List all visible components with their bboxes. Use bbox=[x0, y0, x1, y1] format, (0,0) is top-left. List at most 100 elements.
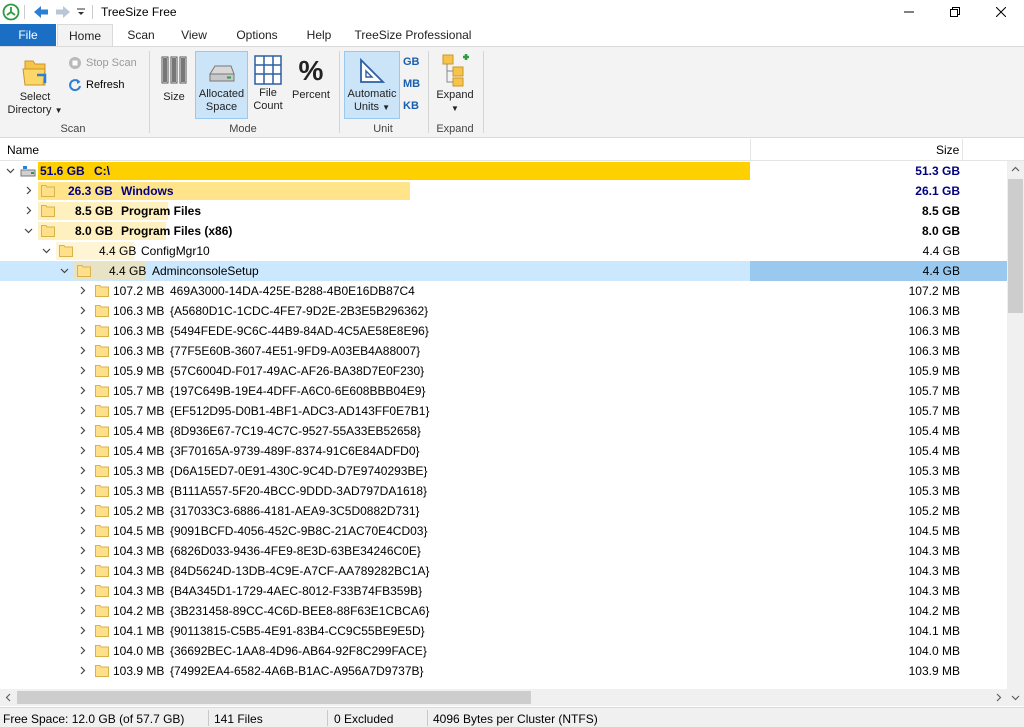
tab-home[interactable]: Home bbox=[57, 24, 113, 47]
tab-treesize-professional[interactable]: TreeSize Professional bbox=[350, 24, 476, 46]
tree-row-child-folder[interactable]: 104.3 MB {B4A345D1-1729-4AEC-8012-F33B74F… bbox=[0, 581, 1008, 601]
tree-row-child-folder[interactable]: 104.5 MB {9091BCFD-4056-452C-9B8C-21AC70E… bbox=[0, 521, 1008, 541]
scroll-left-arrow-icon[interactable] bbox=[4, 693, 13, 702]
chevron-right-icon[interactable] bbox=[78, 566, 87, 575]
chevron-right-icon[interactable] bbox=[24, 206, 33, 215]
tree-row-child-folder[interactable]: 105.2 MB {317033C3-6886-4181-AEA9-3C5D088… bbox=[0, 501, 1008, 521]
name-column-header[interactable]: Name bbox=[7, 143, 39, 157]
tree-row-configmgr10[interactable]: 4.4 GB ConfigMgr10 4.4 GB bbox=[0, 241, 1008, 261]
mb-unit-button[interactable]: MB bbox=[403, 78, 420, 90]
close-button[interactable] bbox=[978, 0, 1024, 24]
tree-row-adminconsolesetup[interactable]: 4.4 GB AdminconsoleSetup 4.4 GB bbox=[0, 261, 1008, 281]
root-name: C:\ bbox=[94, 164, 110, 178]
chevron-right-icon[interactable] bbox=[78, 546, 87, 555]
tree-row-child-folder[interactable]: 106.3 MB {5494FEDE-9C6C-44B9-84AD-4C5AE58… bbox=[0, 321, 1008, 341]
tab-scan[interactable]: Scan bbox=[118, 24, 164, 46]
tree-row-program-files-x86[interactable]: 8.0 GB Program Files (x86) 8.0 GB bbox=[0, 221, 1008, 241]
stop-scan-button[interactable]: Stop Scan bbox=[68, 54, 137, 72]
tree-row-child-folder[interactable]: 104.3 MB {84D5624D-13DB-4C9E-A7CF-AA78928… bbox=[0, 561, 1008, 581]
folder-icon bbox=[95, 504, 109, 517]
horizontal-scrollbar[interactable] bbox=[0, 689, 1024, 706]
chevron-right-icon[interactable] bbox=[78, 346, 87, 355]
column-divider[interactable] bbox=[962, 139, 963, 161]
kb-unit-button[interactable]: KB bbox=[403, 100, 419, 112]
chevron-right-icon[interactable] bbox=[78, 306, 87, 315]
tree-row-child-folder[interactable]: 104.1 MB {90113815-C5B5-4E91-83B4-CC9C55B… bbox=[0, 621, 1008, 641]
tree-row-child-folder[interactable]: 105.9 MB {57C6004D-F017-49AC-AF26-BA38D7E… bbox=[0, 361, 1008, 381]
chevron-right-icon[interactable] bbox=[78, 406, 87, 415]
tree-row-child-folder[interactable]: 104.0 MB {36692BEC-1AA8-4D96-AB64-92F8C29… bbox=[0, 641, 1008, 661]
chevron-right-icon[interactable] bbox=[78, 426, 87, 435]
chevron-right-icon[interactable] bbox=[78, 646, 87, 655]
tree-row-child-folder[interactable]: 105.7 MB {EF512D95-D0B1-4BF1-ADC3-AD143FF… bbox=[0, 401, 1008, 421]
folder-icon bbox=[95, 664, 109, 677]
percent-label: Percent bbox=[292, 89, 330, 101]
minimize-button[interactable] bbox=[886, 0, 932, 24]
size-mode-button[interactable]: Size bbox=[156, 51, 192, 119]
chevron-right-icon[interactable] bbox=[78, 626, 87, 635]
tree-row-child-folder[interactable]: 106.3 MB {77F5E60B-3607-4E51-9FD9-A03EB4A… bbox=[0, 341, 1008, 361]
tab-options[interactable]: Options bbox=[228, 24, 286, 46]
tree-row-child-folder[interactable]: 104.2 MB {3B231458-89CC-4C6D-BEE8-88F63E1… bbox=[0, 601, 1008, 621]
tree-row-root[interactable]: 51.6 GB C:\ 51.3 GB bbox=[0, 161, 1008, 181]
refresh-button[interactable]: Refresh bbox=[68, 76, 125, 94]
tab-help[interactable]: Help bbox=[298, 24, 340, 46]
scroll-down-arrow-icon[interactable] bbox=[1011, 693, 1020, 702]
chevron-right-icon[interactable] bbox=[78, 526, 87, 535]
tree-row-child-folder[interactable]: 106.3 MB {A5680D1C-1CDC-4FE7-9D2E-2B3E5B2… bbox=[0, 301, 1008, 321]
chevron-right-icon[interactable] bbox=[78, 366, 87, 375]
chevron-right-icon[interactable] bbox=[78, 466, 87, 475]
chevron-down-icon[interactable] bbox=[24, 226, 33, 235]
restore-button[interactable] bbox=[932, 0, 978, 24]
chevron-right-icon[interactable] bbox=[78, 446, 87, 455]
forward-arrow-icon[interactable] bbox=[54, 3, 72, 21]
tree-row-child-folder[interactable]: 103.9 MB {74992EA4-6582-4A6B-B1AC-A956A7D… bbox=[0, 661, 1008, 681]
chevron-down-icon[interactable] bbox=[42, 246, 51, 255]
vertical-scroll-thumb[interactable] bbox=[1008, 179, 1023, 313]
size-bars-icon bbox=[161, 56, 187, 84]
horizontal-scroll-thumb[interactable] bbox=[17, 691, 531, 704]
gb-unit-button[interactable]: GB bbox=[403, 56, 420, 68]
tree-row-child-folder[interactable]: 105.3 MB {D6A15ED7-0E91-430C-9C4D-D7E9740… bbox=[0, 461, 1008, 481]
child-folder-size-column: 105.9 MB bbox=[908, 364, 960, 378]
treesize-app-icon[interactable] bbox=[2, 3, 20, 21]
file-count-button[interactable]: File Count bbox=[250, 51, 286, 119]
tree-row-child-folder[interactable]: 105.4 MB {3F70165A-9739-489F-8374-91C6E84… bbox=[0, 441, 1008, 461]
tab-view[interactable]: View bbox=[172, 24, 216, 46]
tree-row-child-folder[interactable]: 105.7 MB {197C649B-19E4-4DFF-A6C0-6E608BB… bbox=[0, 381, 1008, 401]
column-divider[interactable] bbox=[750, 139, 751, 161]
chevron-right-icon[interactable] bbox=[78, 586, 87, 595]
automatic-units-button[interactable]: Automatic Units ▼ bbox=[344, 51, 400, 119]
tree-row-windows[interactable]: 26.3 GB Windows 26.1 GB bbox=[0, 181, 1008, 201]
chevron-down-icon[interactable] bbox=[60, 266, 69, 275]
scroll-up-arrow-icon[interactable] bbox=[1011, 165, 1020, 174]
tree-row-child-folder[interactable]: 104.3 MB {6826D033-9436-4FE9-8E3D-63BE342… bbox=[0, 541, 1008, 561]
tree-row-program-files[interactable]: 8.5 GB Program Files 8.5 GB bbox=[0, 201, 1008, 221]
quick-access-dropdown-icon[interactable] bbox=[76, 6, 86, 18]
chevron-down-icon[interactable] bbox=[6, 166, 15, 175]
chevron-right-icon[interactable] bbox=[24, 186, 33, 195]
chevron-right-icon[interactable] bbox=[78, 666, 87, 675]
chevron-right-icon[interactable] bbox=[78, 326, 87, 335]
vertical-scrollbar[interactable] bbox=[1007, 161, 1024, 689]
select-directory-button[interactable]: Select Directory ▼ bbox=[4, 51, 66, 119]
tab-file[interactable]: File bbox=[0, 24, 56, 46]
expand-button[interactable]: Expand ▼ bbox=[432, 51, 478, 119]
tree-row-child-folder[interactable]: 105.4 MB {8D936E67-7C19-4C7C-9527-55A33EB… bbox=[0, 421, 1008, 441]
title-bar: TreeSize Free bbox=[0, 0, 1024, 24]
tree-row-child-folder[interactable]: 105.3 MB {B111A557-5F20-4BCC-9DDD-3AD797D… bbox=[0, 481, 1008, 501]
chevron-right-icon[interactable] bbox=[78, 606, 87, 615]
percent-button[interactable]: % Percent bbox=[289, 51, 333, 119]
tree-row-child-folder[interactable]: 107.2 MB 469A3000-14DA-425E-B288-4B0E16DB… bbox=[0, 281, 1008, 301]
back-arrow-icon[interactable] bbox=[32, 3, 50, 21]
allocated-space-button[interactable]: Allocated Space bbox=[195, 51, 248, 119]
configmgr10-size: 4.4 GB bbox=[99, 244, 137, 258]
chevron-right-icon[interactable] bbox=[78, 506, 87, 515]
size-column-header[interactable]: Size bbox=[936, 143, 959, 157]
chevron-right-icon[interactable] bbox=[78, 486, 87, 495]
chevron-right-icon[interactable] bbox=[78, 386, 87, 395]
scroll-right-arrow-icon[interactable] bbox=[994, 693, 1003, 702]
titlebar-separator bbox=[24, 5, 25, 19]
child-folder-name: {B4A345D1-1729-4AEC-8012-F33B74FB359B} bbox=[170, 584, 423, 598]
chevron-right-icon[interactable] bbox=[78, 286, 87, 295]
